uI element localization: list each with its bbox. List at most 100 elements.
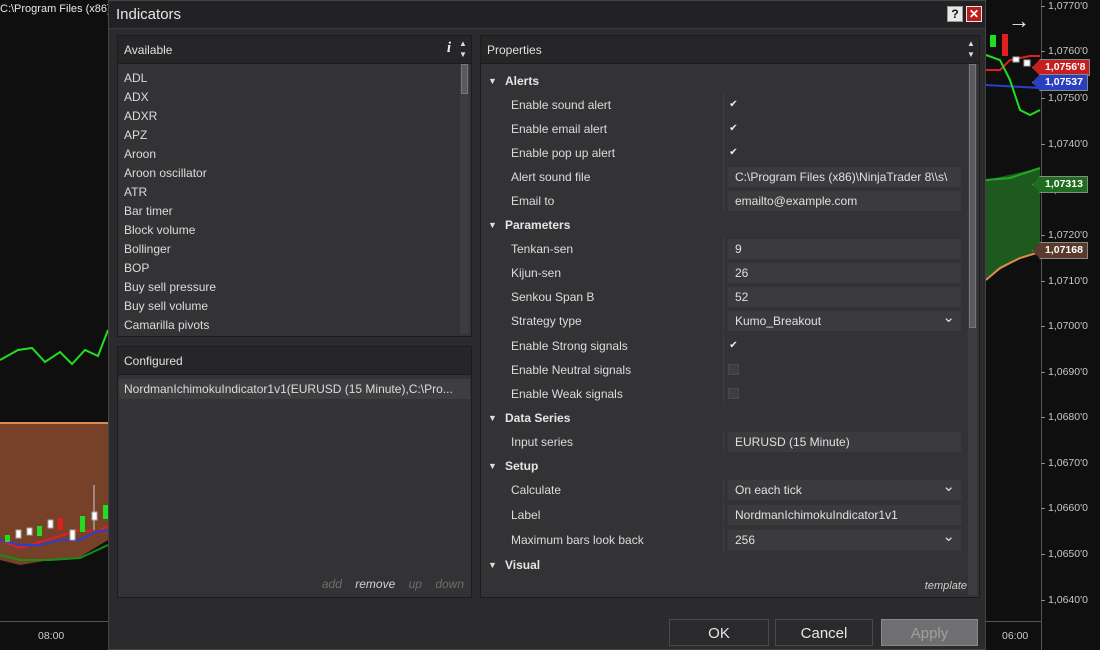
strong-signals-checkbox[interactable]: ✔: [728, 340, 739, 351]
property-label: Enable Neutral signals: [511, 363, 632, 377]
weak-signals-checkbox[interactable]: [728, 388, 739, 399]
ok-button[interactable]: OK: [669, 619, 769, 646]
input-series-field[interactable]: EURUSD (15 Minute): [728, 432, 961, 452]
list-item[interactable]: ADL: [124, 69, 455, 88]
configured-item[interactable]: NordmanIchimokuIndicator1v1(EURUSD (15 M…: [119, 379, 470, 399]
configured-header: Configured: [118, 347, 471, 375]
properties-panel: Properties ▲ ▼ ▼ Alerts Enable sound alert…: [480, 35, 980, 598]
property-row: Tenkan-sen 9: [481, 237, 961, 261]
property-row: Enable Strong signals ✔: [481, 334, 961, 358]
chevron-up-icon[interactable]: ▲: [458, 38, 468, 49]
category-label: Setup: [505, 459, 539, 473]
property-label: Label: [511, 508, 541, 522]
template-link[interactable]: template: [925, 580, 967, 592]
scrollbar-thumb[interactable]: [461, 64, 468, 94]
max-bars-select[interactable]: 256: [728, 530, 961, 550]
configured-panel: Configured NordmanIchimokuIndicator1v1(E…: [117, 346, 472, 598]
email-input[interactable]: emailto@example.com: [728, 191, 961, 211]
available-scrollbar[interactable]: [460, 64, 469, 334]
dialog-titlebar[interactable]: Indicators ? ✕: [109, 1, 985, 29]
cancel-button[interactable]: Cancel: [775, 619, 873, 646]
price-tick: 1,0700'0: [1041, 320, 1088, 332]
property-label: Enable pop up alert: [511, 146, 616, 160]
tenkan-input[interactable]: 9: [728, 239, 961, 259]
scroll-arrows[interactable]: ▲ ▼: [966, 38, 976, 60]
property-row: Enable Weak signals: [481, 382, 961, 406]
list-item[interactable]: Block volume: [124, 221, 455, 240]
price-tick: 1,0650'0: [1041, 548, 1088, 560]
list-item[interactable]: Aroon oscillator: [124, 164, 455, 183]
apply-button[interactable]: Apply: [881, 619, 978, 646]
property-label: Kijun-sen: [511, 266, 562, 280]
kijun-input[interactable]: 26: [728, 263, 961, 283]
price-axis[interactable]: 1,0770'0 1,0760'0 1,0750'0 1,0740'0 1,07…: [1032, 0, 1100, 650]
enable-sound-checkbox[interactable]: ✔: [728, 99, 739, 110]
category-parameters[interactable]: ▼ Parameters: [481, 213, 961, 237]
senkou-input[interactable]: 52: [728, 287, 961, 307]
price-tag: 1,07537: [1032, 74, 1088, 91]
up-link[interactable]: up: [409, 577, 422, 591]
close-button[interactable]: ✕: [966, 6, 982, 22]
property-label: Enable sound alert: [511, 98, 612, 112]
remove-link[interactable]: remove: [355, 577, 395, 591]
property-label: Maximum bars look back: [511, 533, 644, 547]
list-item[interactable]: ATR: [124, 183, 455, 202]
enable-email-checkbox[interactable]: ✔: [728, 123, 739, 134]
scrollbar-thumb[interactable]: [969, 64, 976, 328]
chevron-down-icon[interactable]: ▼: [458, 49, 468, 60]
chevron-up-icon[interactable]: ▲: [966, 38, 976, 49]
add-link[interactable]: add: [322, 577, 342, 591]
indicators-dialog: Indicators ? ✕ Available i ▲ ▼ ADL ADX AD…: [108, 0, 986, 650]
property-row: Senkou Span B 52: [481, 285, 961, 309]
label-input[interactable]: NordmanIchimokuIndicator1v1: [728, 505, 961, 525]
list-item[interactable]: Bar timer: [124, 202, 455, 221]
list-item[interactable]: Buy sell volume: [124, 297, 455, 316]
scroll-arrows[interactable]: ▲ ▼: [458, 38, 468, 60]
down-link[interactable]: down: [435, 577, 464, 591]
caret-down-icon[interactable]: ▼: [488, 69, 497, 93]
available-list[interactable]: ADL ADX ADXR APZ Aroon Aroon oscillator …: [124, 69, 455, 335]
price-tick: 1,0640'0: [1041, 594, 1088, 606]
list-item[interactable]: Buy sell pressure: [124, 278, 455, 297]
list-item[interactable]: APZ: [124, 126, 455, 145]
category-label: Alerts: [505, 74, 540, 88]
list-item[interactable]: ADX: [124, 88, 455, 107]
list-item[interactable]: BOP: [124, 259, 455, 278]
property-row: Maximum bars look back 256: [481, 528, 961, 553]
available-panel: Available i ▲ ▼ ADL ADX ADXR APZ Aroon Ar…: [117, 35, 472, 337]
category-setup[interactable]: ▼ Setup: [481, 454, 961, 478]
price-tick: 1,0750'0: [1041, 92, 1088, 104]
list-item[interactable]: Camarilla pivots: [124, 316, 455, 335]
chevron-down-icon[interactable]: ▼: [966, 49, 976, 60]
calculate-select[interactable]: On each tick: [728, 480, 961, 500]
price-tick: 1,0690'0: [1041, 366, 1088, 378]
caret-down-icon[interactable]: ▼: [488, 213, 497, 237]
configured-title: Configured: [124, 354, 183, 368]
property-label: Input series: [511, 435, 574, 449]
property-row: Kijun-sen 26: [481, 261, 961, 285]
category-visual[interactable]: ▼ Visual: [481, 553, 961, 577]
info-icon[interactable]: i: [447, 40, 451, 57]
caret-down-icon[interactable]: ▼: [488, 454, 497, 478]
available-title: Available: [124, 43, 173, 57]
enable-popup-checkbox[interactable]: ✔: [728, 147, 739, 158]
property-row: Email to emailto@example.com: [481, 189, 961, 213]
property-row: Calculate On each tick: [481, 478, 961, 503]
category-alerts[interactable]: ▼ Alerts: [481, 69, 961, 93]
list-item[interactable]: Aroon: [124, 145, 455, 164]
help-button[interactable]: ?: [947, 6, 963, 22]
strategy-type-select[interactable]: Kumo_Breakout: [728, 311, 961, 331]
alert-file-input[interactable]: C:\Program Files (x86)\NinjaTrader 8\\s\: [728, 167, 961, 187]
properties-scrollbar[interactable]: [968, 64, 977, 595]
category-label: Parameters: [505, 218, 571, 232]
caret-down-icon[interactable]: ▼: [488, 553, 497, 577]
neutral-signals-checkbox[interactable]: [728, 364, 739, 375]
property-label: Calculate: [511, 483, 562, 497]
list-item[interactable]: Bollinger: [124, 240, 455, 259]
property-row: Strategy type Kumo_Breakout: [481, 309, 961, 334]
caret-down-icon[interactable]: ▼: [488, 406, 497, 430]
arrow-right-icon[interactable]: →: [1008, 8, 1030, 34]
category-data-series[interactable]: ▼ Data Series: [481, 406, 961, 430]
list-item[interactable]: ADXR: [124, 107, 455, 126]
time-label: 06:00: [1002, 630, 1029, 642]
